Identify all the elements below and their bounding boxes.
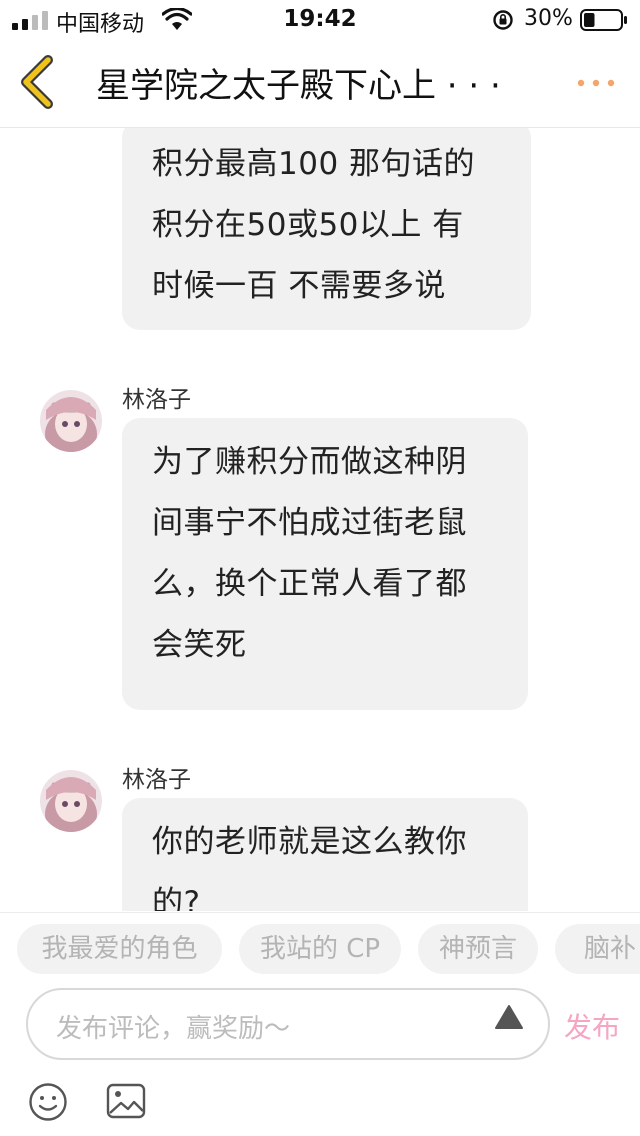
topic-tag[interactable]: 我站的 CP (239, 924, 401, 974)
comment-thread: 积分最高100 那句话的 积分在50或50以上 有 时候一百 不需要多说 林洛子… (0, 128, 640, 911)
avatar (50, 128, 96, 134)
triangle-up-icon[interactable] (494, 1004, 524, 1030)
message-line: 间事宁不怕成过街老鼠 (152, 505, 467, 541)
topic-tag[interactable]: 脑补 (555, 924, 640, 974)
message-line: 积分最高100 那句话的 (152, 146, 476, 182)
battery-percent: 30% (524, 6, 573, 31)
message-bubble: 积分最高100 那句话的 积分在50或50以上 有 时候一百 不需要多说 (122, 128, 531, 330)
topic-tag-bar: 我最爱的角色 我站的 CP 神预言 脑补 (0, 912, 640, 979)
nav-bar: 星学院之太子殿下心上 · · · (0, 40, 640, 128)
chevron-left-icon[interactable] (14, 54, 60, 110)
battery-icon (580, 9, 627, 31)
message-line: 为了赚积分而做这种阴 (152, 444, 467, 480)
image-icon[interactable] (106, 1083, 146, 1119)
message-bubble: 为了赚积分而做这种阴 间事宁不怕成过街老鼠 么，换个正常人看了都 会笑死 (122, 418, 528, 710)
message-line: 你的老师就是这么教你 (152, 824, 467, 860)
status-bar: 中国移动 19:42 30% (0, 0, 640, 40)
message-line: 积分在50或50以上 有 (152, 207, 464, 243)
comment-input[interactable]: 发布评论，赢奖励～ (26, 988, 550, 1060)
avatar[interactable] (40, 770, 102, 832)
rotation-lock-icon (493, 10, 513, 30)
comment-placeholder: 发布评论，赢奖励～ (56, 1014, 291, 1044)
message-line: 时候一百 不需要多说 (152, 268, 446, 304)
avatar[interactable] (40, 390, 102, 452)
message-line: 的? (152, 885, 201, 911)
topic-tag[interactable]: 神预言 (418, 924, 538, 974)
message-line: 会笑死 (152, 627, 247, 663)
page-title: 星学院之太子殿下心上 · · · (96, 66, 501, 106)
sender-name[interactable]: 林洛子 (122, 760, 191, 794)
message-bubble: 你的老师就是这么教你 的? (122, 798, 528, 911)
topic-tag[interactable]: 我最爱的角色 (17, 924, 222, 974)
sender-name[interactable]: 林洛子 (122, 380, 191, 414)
message-line: 么，换个正常人看了都 (152, 566, 467, 602)
emoji-icon[interactable] (28, 1082, 68, 1122)
publish-button[interactable]: 发布 (564, 1006, 620, 1046)
more-dots-icon[interactable] (574, 68, 618, 98)
